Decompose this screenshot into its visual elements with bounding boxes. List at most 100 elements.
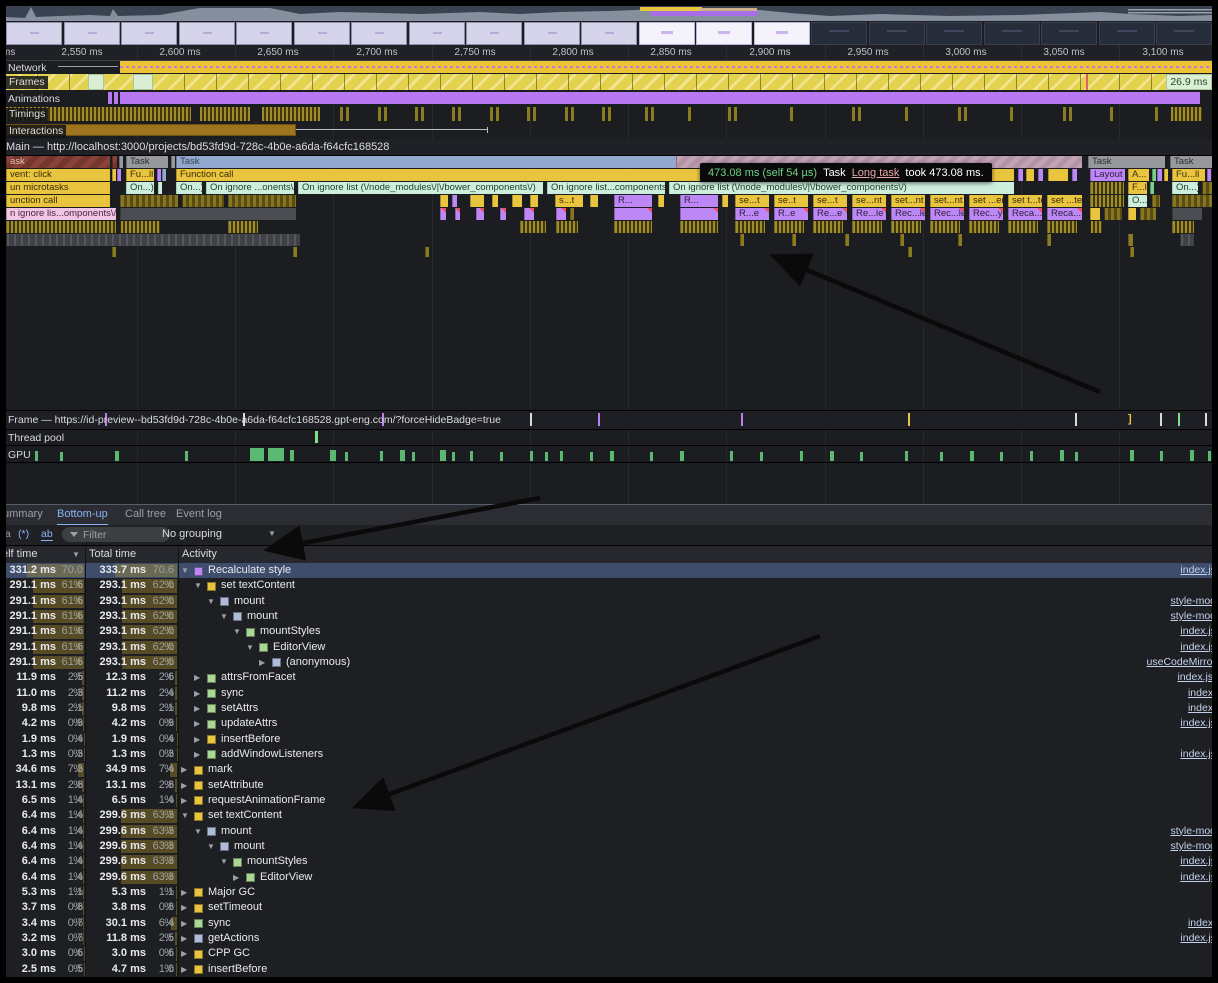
- frames-track[interactable]: 26.9 ms: [0, 74, 1218, 90]
- filmstrip-thumbnail[interactable]: [581, 22, 637, 45]
- gpu-activity[interactable]: [760, 452, 763, 461]
- expand-right-icon[interactable]: ▶: [194, 732, 200, 747]
- flame-block[interactable]: [1048, 169, 1068, 181]
- flame-block[interactable]: set...nt: [930, 195, 964, 207]
- flame-block[interactable]: Rec...le: [930, 208, 964, 220]
- column-divider[interactable]: [85, 546, 86, 977]
- flame-block[interactable]: [1150, 182, 1154, 194]
- flame-block[interactable]: On ignore list (\/node_modules\/|\/bower…: [298, 182, 543, 194]
- tab-bottom-up[interactable]: Bottom-up: [57, 505, 108, 526]
- source-link[interactable]: index.js: [1180, 854, 1216, 869]
- flame-block[interactable]: [1018, 169, 1023, 181]
- flame-block[interactable]: [1164, 169, 1168, 181]
- timing-marks-cluster[interactable]: [200, 107, 250, 121]
- expand-down-icon[interactable]: ▼: [233, 624, 241, 639]
- source-link[interactable]: index.js: [1180, 931, 1216, 946]
- timing-mark[interactable]: [964, 107, 967, 121]
- flame-block[interactable]: [680, 221, 718, 233]
- frame-block[interactable]: [104, 74, 133, 90]
- gpu-activity[interactable]: [268, 448, 284, 461]
- flame-block[interactable]: [813, 221, 843, 233]
- table-row[interactable]: 291.1 ms61.6 %293.1 ms62.0 %▼mountStyles…: [0, 624, 1218, 639]
- gpu-activity[interactable]: [590, 452, 593, 461]
- table-row[interactable]: 34.6 ms7.3 %34.9 ms7.4 %▶mark: [0, 762, 1218, 777]
- flame-block[interactable]: [614, 221, 652, 233]
- table-row[interactable]: 291.1 ms61.6 %293.1 ms62.0 %▶(anonymous)…: [0, 655, 1218, 670]
- expand-right-icon[interactable]: ▶: [181, 793, 187, 808]
- table-row[interactable]: 2.5 ms0.5 %4.7 ms1.0 %▶insertBefore: [0, 962, 1218, 977]
- filmstrip-thumbnail[interactable]: [294, 22, 350, 45]
- long-task-link[interactable]: Long task: [852, 167, 900, 179]
- flame-block[interactable]: [455, 208, 460, 220]
- flame-block[interactable]: [500, 208, 506, 220]
- flame-block[interactable]: [117, 169, 121, 181]
- flame-block[interactable]: [722, 195, 728, 207]
- flame-block[interactable]: set ...tent: [1047, 195, 1082, 207]
- timing-mark[interactable]: [858, 107, 861, 121]
- timing-mark[interactable]: [608, 107, 611, 121]
- flame-block[interactable]: [492, 195, 498, 207]
- gpu-activity[interactable]: [1190, 450, 1194, 461]
- timing-mark[interactable]: [527, 107, 530, 121]
- source-link[interactable]: style-mod: [1170, 824, 1216, 839]
- flame-block[interactable]: On ignore list (\/node_modules\/|\/bower…: [669, 182, 1014, 194]
- flame-block[interactable]: se...t: [813, 195, 847, 207]
- timing-mark[interactable]: [340, 107, 343, 121]
- gpu-activity[interactable]: [545, 452, 548, 461]
- source-link[interactable]: style-mod: [1170, 594, 1216, 609]
- gpu-activity[interactable]: [470, 451, 473, 461]
- flame-block[interactable]: [891, 221, 921, 233]
- gpu-activity[interactable]: [1160, 451, 1163, 461]
- table-row[interactable]: 3.4 ms0.7 %30.1 ms6.4 %▶syncindex.: [0, 916, 1218, 931]
- flame-block[interactable]: [1130, 247, 1134, 257]
- timing-mark[interactable]: [688, 107, 691, 121]
- flame-block[interactable]: [1090, 195, 1124, 207]
- timing-mark[interactable]: [565, 107, 568, 121]
- flame-block[interactable]: Layout: [1090, 169, 1125, 181]
- table-row[interactable]: 1.9 ms0.4 %1.9 ms0.4 %▶insertBefore: [0, 732, 1218, 747]
- flame-block[interactable]: [512, 195, 522, 207]
- flame-block[interactable]: [119, 156, 123, 168]
- flame-block[interactable]: [157, 169, 161, 181]
- gpu-activity[interactable]: [330, 450, 336, 461]
- flame-block[interactable]: [1047, 221, 1077, 233]
- flame-block[interactable]: [556, 221, 578, 233]
- flame-block[interactable]: [440, 195, 448, 207]
- gpu-activity[interactable]: [400, 450, 405, 461]
- frame-block[interactable]: 26.9 ms: [1166, 74, 1212, 90]
- flame-block[interactable]: R...: [680, 195, 718, 207]
- filmstrip-thumbnail[interactable]: [6, 22, 62, 45]
- gpu-activity[interactable]: [380, 451, 383, 461]
- table-row[interactable]: 9.8 ms2.1 %9.8 ms2.1 %▶setAttrsindex.: [0, 701, 1218, 716]
- expand-right-icon[interactable]: ▶: [181, 900, 187, 915]
- flame-block[interactable]: [570, 208, 574, 220]
- flame-block[interactable]: On ignore list...components\/): [547, 182, 665, 194]
- expand-right-icon[interactable]: ▶: [181, 962, 187, 977]
- timing-mark[interactable]: [571, 107, 574, 121]
- flame-block[interactable]: [680, 208, 718, 220]
- flame-block[interactable]: [1090, 182, 1124, 194]
- source-link[interactable]: index.js:: [1177, 670, 1216, 685]
- table-row[interactable]: 3.2 ms0.7 %11.8 ms2.5 %▶getActionsindex.…: [0, 931, 1218, 946]
- flame-block[interactable]: [120, 195, 178, 207]
- expand-right-icon[interactable]: ▶: [259, 655, 265, 670]
- flame-block[interactable]: [1172, 208, 1202, 220]
- expand-right-icon[interactable]: ▶: [194, 747, 200, 762]
- flame-block[interactable]: Reca...yle: [1008, 208, 1042, 220]
- timing-mark[interactable]: [384, 107, 387, 121]
- flame-block[interactable]: [171, 156, 175, 168]
- flame-block[interactable]: Task: [176, 156, 676, 168]
- flame-block[interactable]: Rec...yle: [969, 208, 1003, 220]
- table-row[interactable]: 5.3 ms1.1 %5.3 ms1.1 %▶Major GC: [0, 885, 1218, 900]
- flame-block[interactable]: n ignore lis...omponents\/): [6, 208, 116, 220]
- flame-block[interactable]: [530, 195, 538, 207]
- flame-block[interactable]: [740, 234, 744, 246]
- timing-mark[interactable]: [346, 107, 349, 121]
- flame-block[interactable]: On...): [126, 182, 154, 194]
- flame-block[interactable]: [162, 169, 166, 181]
- gpu-activity[interactable]: [1075, 452, 1078, 461]
- expand-down-icon[interactable]: ▼: [194, 578, 202, 593]
- flame-block[interactable]: set...nt: [891, 195, 925, 207]
- timing-mark[interactable]: [734, 107, 737, 121]
- regex-icon[interactable]: (*): [18, 528, 29, 540]
